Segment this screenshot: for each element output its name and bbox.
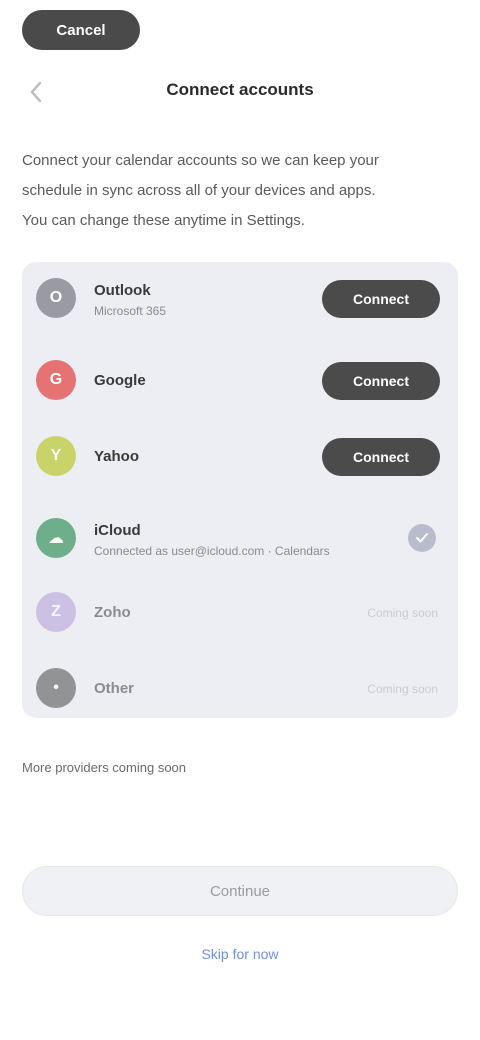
provider-name: Yahoo	[94, 448, 140, 465]
providers-card: O Outlook Microsoft 365 Connect G Google…	[22, 262, 458, 718]
zoho-logo-icon: Z	[36, 592, 76, 632]
cancel-pill-button[interactable]: Cancel	[22, 10, 140, 50]
provider-row-other: • Other Coming soon	[22, 652, 458, 728]
cancel-pill-label: Cancel	[56, 21, 106, 39]
intro-line: schedule in sync across all of your devi…	[22, 182, 376, 199]
provider-name: Google	[94, 372, 146, 389]
provider-row-google: G Google Connect	[22, 344, 458, 420]
provider-subtitle: Microsoft 365	[94, 304, 167, 318]
icloud-logo-icon: ☁	[36, 518, 76, 558]
coming-soon-label: Coming soon	[367, 682, 438, 696]
connect-accounts-screen: Cancel Connect accounts Connect your cal…	[0, 0, 480, 1040]
footnote-text: More providers coming soon	[22, 760, 187, 775]
connected-check-icon	[408, 524, 436, 552]
connect-yahoo-button[interactable]: Connect	[322, 438, 440, 476]
connect-outlook-button[interactable]: Connect	[322, 280, 440, 318]
provider-row-yahoo: Y Yahoo Connect	[22, 420, 458, 496]
coming-soon-label: Coming soon	[367, 606, 438, 620]
provider-name: Other	[94, 680, 135, 697]
outlook-logo-icon: O	[36, 278, 76, 318]
provider-row-zoho: Z Zoho Coming soon	[22, 576, 458, 652]
provider-row-outlook: O Outlook Microsoft 365 Connect	[22, 262, 458, 338]
google-logo-icon: G	[36, 360, 76, 400]
nav-bar: Connect accounts	[0, 70, 480, 114]
intro-line: You can change these anytime in Settings…	[22, 212, 305, 229]
back-chevron-icon[interactable]	[22, 78, 50, 106]
provider-name: iCloud	[94, 522, 141, 539]
skip-link[interactable]: Skip for now	[140, 938, 340, 970]
intro-text: Connect your calendar accounts so we can…	[22, 146, 452, 236]
provider-subtitle: Connected as user@icloud.com · Calendars	[94, 544, 330, 558]
yahoo-logo-icon: Y	[36, 436, 76, 476]
connect-google-button[interactable]: Connect	[322, 362, 440, 400]
page-title: Connect accounts	[166, 80, 314, 99]
provider-name: Zoho	[94, 604, 131, 621]
continue-button[interactable]: Continue	[22, 866, 458, 916]
provider-name: Outlook	[94, 282, 151, 299]
intro-line: Connect your calendar accounts so we can…	[22, 152, 379, 169]
provider-row-icloud[interactable]: ☁ iCloud Connected as user@icloud.com · …	[22, 502, 458, 578]
other-provider-logo-icon: •	[36, 668, 76, 708]
